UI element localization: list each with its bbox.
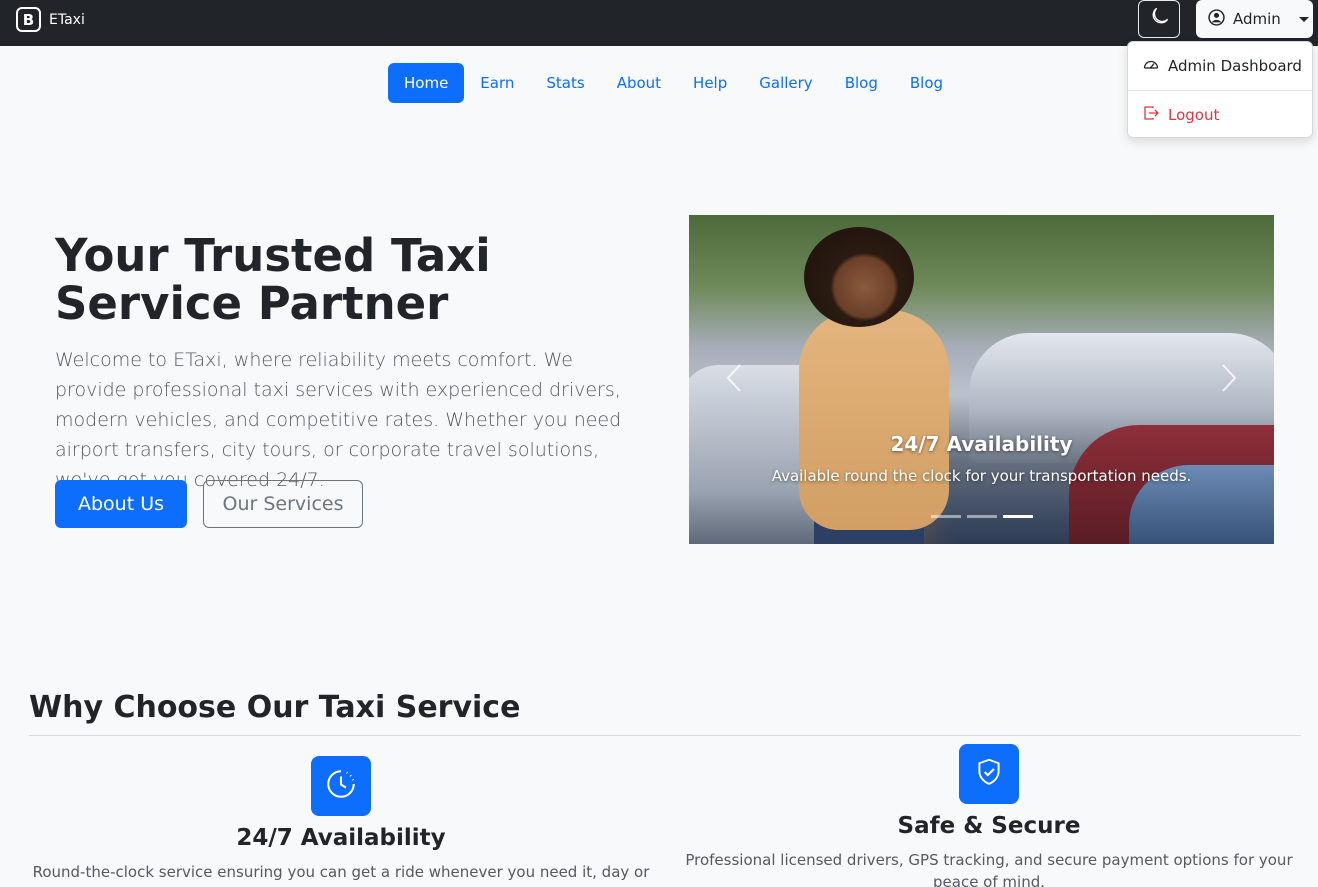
carousel-indicators bbox=[931, 515, 1033, 518]
chevron-down-icon bbox=[1298, 16, 1309, 22]
shield-check-icon bbox=[975, 758, 1003, 790]
carousel-indicator[interactable] bbox=[931, 515, 961, 518]
chevron-left-icon bbox=[725, 363, 743, 397]
hero-carousel: 24/7 Availability Available round the cl… bbox=[689, 215, 1274, 544]
top-navbar: B ETaxi Admin bbox=[0, 0, 1318, 46]
main-nav: Home Earn Stats About Help Gallery Blog … bbox=[388, 63, 959, 103]
logout-icon bbox=[1143, 105, 1159, 125]
brand-name: ETaxi bbox=[49, 11, 85, 28]
nav-item-blog[interactable]: Blog bbox=[829, 63, 894, 103]
speedometer-icon bbox=[1143, 56, 1159, 76]
admin-dashboard-label: Admin Dashboard bbox=[1168, 57, 1302, 75]
admin-dashboard-menu-item[interactable]: Admin Dashboard bbox=[1128, 56, 1312, 76]
logout-label: Logout bbox=[1168, 106, 1220, 124]
feature-description: Round-the-clock service ensuring you can… bbox=[32, 863, 650, 887]
carousel-prev-button[interactable] bbox=[719, 363, 749, 397]
admin-user-menu-button[interactable]: Admin bbox=[1196, 0, 1313, 38]
theme-toggle-button[interactable] bbox=[1138, 0, 1180, 38]
feature-description: Professional licensed drivers, GPS track… bbox=[685, 851, 1293, 887]
moon-icon bbox=[1150, 7, 1169, 30]
carousel-next-button[interactable] bbox=[1214, 363, 1244, 397]
feature-icon-box bbox=[959, 744, 1019, 804]
hero-title: Your Trusted Taxi Service Partner bbox=[55, 229, 491, 330]
brand-logo-icon: B bbox=[16, 7, 41, 32]
section-title: Why Choose Our Taxi Service bbox=[29, 690, 521, 725]
carousel-caption-title: 24/7 Availability bbox=[890, 432, 1073, 456]
logout-menu-item[interactable]: Logout bbox=[1128, 105, 1312, 125]
dropdown-divider bbox=[1128, 90, 1312, 91]
carousel-indicator-active[interactable] bbox=[1003, 515, 1033, 518]
person-shape bbox=[799, 310, 949, 530]
brand-link[interactable]: B ETaxi bbox=[16, 7, 85, 32]
feature-title: 24/7 Availability bbox=[236, 825, 446, 851]
user-dropdown-menu: Admin Dashboard Logout bbox=[1127, 41, 1313, 138]
admin-user-label: Admin bbox=[1233, 10, 1281, 28]
clock-icon bbox=[326, 769, 356, 803]
carousel-caption-text: Available round the clock for your trans… bbox=[771, 467, 1192, 485]
nav-item-blog-2[interactable]: Blog bbox=[894, 63, 959, 103]
nav-item-home[interactable]: Home bbox=[388, 63, 465, 103]
carousel-indicator[interactable] bbox=[967, 515, 997, 518]
person-circle-icon bbox=[1208, 8, 1225, 30]
nav-item-stats[interactable]: Stats bbox=[530, 63, 600, 103]
about-us-button[interactable]: About Us bbox=[55, 480, 187, 528]
nav-item-about[interactable]: About bbox=[601, 63, 677, 103]
section-divider bbox=[29, 735, 1301, 736]
hero-description: Welcome to ETaxi, where reliability meet… bbox=[55, 349, 622, 491]
nav-item-help[interactable]: Help bbox=[677, 63, 743, 103]
feature-title: Safe & Secure bbox=[897, 813, 1081, 839]
chevron-right-icon bbox=[1220, 363, 1238, 397]
nav-item-gallery[interactable]: Gallery bbox=[743, 63, 828, 103]
our-services-button[interactable]: Our Services bbox=[203, 480, 363, 528]
nav-item-earn[interactable]: Earn bbox=[464, 63, 530, 103]
person-shape bbox=[804, 227, 914, 327]
feature-icon-box bbox=[311, 756, 371, 816]
